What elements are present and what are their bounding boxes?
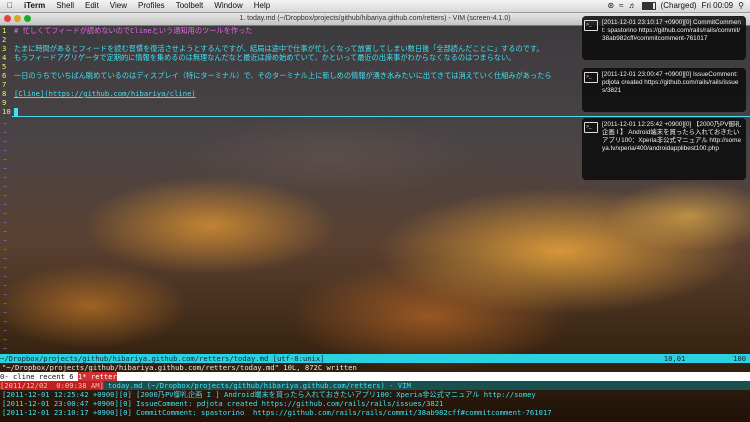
terminal-icon [584, 122, 598, 133]
tilde-marker: ~ [3, 246, 8, 254]
tilde-marker: ~ [3, 282, 8, 290]
editor-line-current: 10 [2, 107, 18, 116]
tilde-marker: ~ [3, 210, 8, 218]
log-line: [2011-12-01 23:10:17 +0900][0] CommitCom… [2, 408, 552, 417]
window-title: 1. today.md (~/Dropbox/projects/github/h… [239, 15, 511, 22]
terminal-icon [584, 72, 598, 83]
notification-text: [2011-12-01 23:00:47 +0900][0] IssueComm… [602, 71, 739, 94]
editor-line: 6 一日のうちでいちばん眺めているのはディスプレイ（特にターミナル）で、そのターミ… [2, 71, 552, 80]
tilde-marker: ~ [3, 291, 8, 299]
statusline-position: 10,01 100 [663, 354, 746, 363]
terminal-icon [584, 20, 598, 31]
growl-notification[interactable]: [2011-12-01 23:00:47 +0900][0] IssueComm… [582, 68, 746, 112]
tilde-marker: ~ [3, 165, 8, 173]
vim-message: "~/Dropbox/projects/github/hibariya.gith… [2, 363, 357, 372]
menu-item-toolbelt[interactable]: Toolbelt [176, 0, 204, 12]
tilde-marker: ~ [3, 273, 8, 281]
growl-notification[interactable]: [2011-12-01 12:25:42 +0900][0] 【2000乃PV御… [582, 118, 746, 180]
screen-window-inactive[interactable]: 0- cline recent 6 [0, 372, 78, 381]
tilde-marker: ~ [3, 201, 8, 209]
tilde-marker: ~ [3, 336, 8, 344]
editor-line: 9 [2, 98, 7, 107]
bluetooth-icon[interactable]: ⊛ [607, 0, 614, 12]
tilde-marker: ~ [3, 138, 8, 146]
menu-item-edit[interactable]: Edit [85, 0, 99, 12]
tilde-marker: ~ [3, 228, 8, 236]
menu-item-help[interactable]: Help [254, 0, 270, 12]
volume-icon[interactable]: ♬ [629, 0, 637, 12]
editor-line: 3 たまに時間があるとフィードを読む習慣を復活させようとするんですが、結局は途中で… [2, 44, 544, 53]
tilde-marker: ~ [3, 147, 8, 155]
minimize-button[interactable] [14, 15, 21, 22]
editor-line: 7 [2, 80, 7, 89]
editor-line: 8 [Cline](https://github.com/hibariya/cli… [2, 89, 196, 98]
wifi-icon[interactable]: ≈ [619, 0, 623, 12]
battery-icon[interactable] [641, 2, 656, 10]
editor-line: 4 もうフィードアグリゲータで定期的に情報を集めるのは無理なんだなと最近は諦め始め… [2, 53, 516, 62]
log-line: [2011-12-01 23:00:47 +0900][0] IssueComm… [2, 399, 444, 408]
window-controls [4, 15, 31, 22]
clock[interactable]: Fri 00:09 [702, 0, 734, 12]
tilde-marker: ~ [3, 192, 8, 200]
notification-text: [2011-12-01 12:25:42 +0900][0] 【2000乃PV御… [602, 121, 742, 152]
editor-line-text: もうフィードアグリゲータで定期的に情報を集めるのは無理なんだなと最近は諦め始めて… [14, 53, 516, 62]
tilde-marker: ~ [3, 183, 8, 191]
editor-line: 2 [2, 35, 7, 44]
log-line: [2011-12-01 12:25:42 +0900][0] [2000乃PV御… [2, 390, 536, 399]
menu-extras: ⊛ ≈ ♬ (Charged) Fri 00:09 ⚲ [607, 0, 744, 12]
vim-statusline: ~/Dropbox/projects/github/hibariya.githu… [0, 354, 750, 363]
spotlight-icon[interactable]: ⚲ [738, 0, 744, 12]
tilde-marker: ~ [3, 156, 8, 164]
menu-item-iterm[interactable]: iTerm [24, 0, 45, 12]
tilde-marker: ~ [3, 309, 8, 317]
tilde-marker: ~ [3, 237, 8, 245]
editor-line-text: たまに時間があるとフィードを読む習慣を復活させようとするんですが、結局は途中で仕… [14, 44, 544, 53]
tilde-marker: ~ [3, 120, 8, 128]
notification-text: [2011-12-01 23:10:17 +0900][0] CommitCom… [602, 19, 741, 42]
battery-status: (Charged) [660, 1, 697, 10]
editor-line-text: 一日のうちでいちばん眺めているのはディスプレイ（特にターミナル）で、そのターミナ… [14, 71, 552, 80]
menu-item-window[interactable]: Window [214, 0, 242, 12]
tilde-marker: ~ [3, 318, 8, 326]
close-button[interactable] [4, 15, 11, 22]
tilde-marker: ~ [3, 345, 8, 353]
menu-item-profiles[interactable]: Profiles [138, 0, 165, 12]
editor-line: 5 [2, 62, 7, 71]
screen-window-current[interactable]: 1* retter [77, 372, 117, 381]
growl-notification[interactable]: [2011-12-01 23:10:17 +0900][0] CommitCom… [582, 16, 746, 60]
menu-item-shell[interactable]: Shell [56, 0, 74, 12]
tilde-marker: ~ [3, 300, 8, 308]
markdown-link[interactable]: [Cline](https://github.com/hibariya/clin… [14, 89, 196, 98]
cursorline-underline [12, 116, 750, 117]
apple-icon[interactable]:  [4, 0, 16, 12]
tilde-marker: ~ [3, 255, 8, 263]
text-cursor [14, 108, 18, 116]
tilde-marker: ~ [3, 219, 8, 227]
tilde-marker: ~ [3, 174, 8, 182]
zoom-button[interactable] [24, 15, 31, 22]
screen-window-list: 0- cline recent 6 1* retter [0, 372, 750, 381]
editor-line-text: # 忙しくてフィードが読めないのでClineという通知用のツールを作った [14, 26, 253, 35]
screen-title: today.md (~/Dropbox/projects/github/hiba… [107, 381, 411, 390]
tilde-marker: ~ [3, 327, 8, 335]
menu-item-view[interactable]: View [110, 0, 127, 12]
statusline-path: ~/Dropbox/projects/github/hibariya.githu… [0, 354, 325, 363]
menu-bar:  iTerm Shell Edit View Profiles Toolbel… [0, 0, 750, 13]
screen-caption: [2011/12/02 0:09:38 AM] today.md (~/Dropb… [0, 381, 750, 390]
editor-line: 1 # 忙しくてフィードが読めないのでClineという通知用のツールを作った [2, 26, 253, 35]
tilde-marker: ~ [3, 264, 8, 272]
tilde-marker: ~ [3, 129, 8, 137]
screen-datetime: [2011/12/02 0:09:38 AM] [0, 381, 104, 390]
